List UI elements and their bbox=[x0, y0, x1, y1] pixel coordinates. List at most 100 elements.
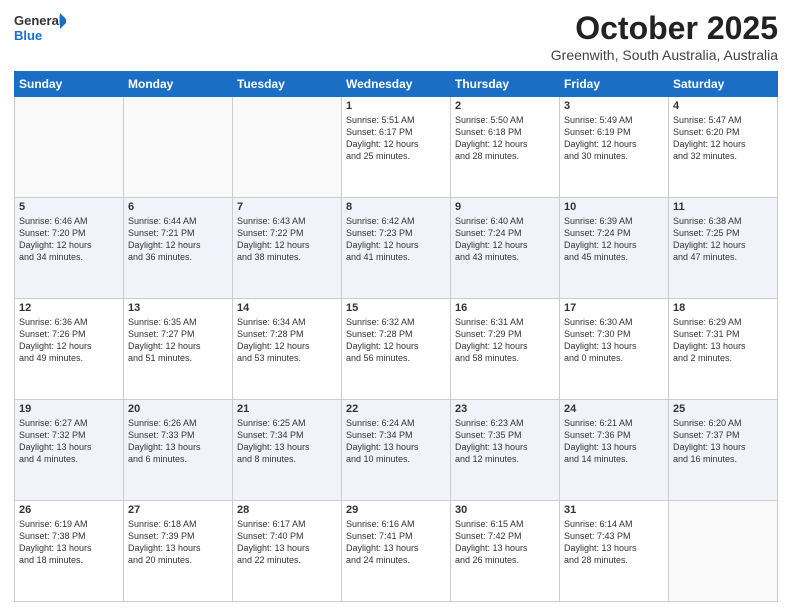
title-block: October 2025 Greenwith, South Australia,… bbox=[551, 10, 778, 63]
day-info: Sunrise: 6:36 AM Sunset: 7:26 PM Dayligh… bbox=[19, 316, 119, 365]
day-number: 30 bbox=[455, 504, 555, 516]
calendar-table: Sunday Monday Tuesday Wednesday Thursday… bbox=[14, 71, 778, 602]
day-number: 19 bbox=[19, 403, 119, 415]
table-row bbox=[15, 97, 124, 198]
day-number: 14 bbox=[237, 302, 337, 314]
table-row: 4 Sunrise: 5:47 AM Sunset: 6:20 PM Daylig… bbox=[669, 97, 778, 198]
day-info: Sunrise: 6:31 AM Sunset: 7:29 PM Dayligh… bbox=[455, 316, 555, 365]
col-sunday: Sunday bbox=[15, 72, 124, 97]
day-info: Sunrise: 6:25 AM Sunset: 7:34 PM Dayligh… bbox=[237, 417, 337, 466]
day-info: Sunrise: 5:49 AM Sunset: 6:19 PM Dayligh… bbox=[564, 114, 664, 163]
day-number: 9 bbox=[455, 201, 555, 213]
table-row bbox=[233, 97, 342, 198]
day-number: 27 bbox=[128, 504, 228, 516]
table-row: 30Sunrise: 6:15 AM Sunset: 7:42 PM Dayli… bbox=[451, 501, 560, 602]
day-number: 3 bbox=[564, 100, 664, 112]
day-info: Sunrise: 6:21 AM Sunset: 7:36 PM Dayligh… bbox=[564, 417, 664, 466]
table-row: 29 Sunrise: 6:16 AM Sunset: 7:41 PM Dayli… bbox=[342, 501, 451, 602]
calendar-body: 1 Sunrise: 5:51 AM Sunset: 6:17 PM Daylig… bbox=[15, 97, 778, 602]
table-row: 27 Sunrise: 6:18 AM Sunset: 7:39 PM Dayli… bbox=[124, 501, 233, 602]
calendar-header-row: Sunday Monday Tuesday Wednesday Thursday… bbox=[15, 72, 778, 97]
day-number: 28 bbox=[237, 504, 337, 516]
day-number: 4 bbox=[673, 100, 773, 112]
svg-text:General: General bbox=[14, 13, 62, 28]
day-info: Sunrise: 6:30 AM Sunset: 7:30 PM Dayligh… bbox=[564, 316, 664, 365]
day-info: Sunrise: 6:29 AM Sunset: 7:31 PM Dayligh… bbox=[673, 316, 773, 365]
table-row: 22Sunrise: 6:24 AM Sunset: 7:34 PM Dayli… bbox=[342, 400, 451, 501]
day-info: Sunrise: 6:39 AM Sunset: 7:24 PM Dayligh… bbox=[564, 215, 664, 264]
table-row: 26 Sunrise: 6:19 AM Sunset: 7:38 PM Dayli… bbox=[15, 501, 124, 602]
day-number: 31 bbox=[564, 504, 664, 516]
table-row: 17 Sunrise: 6:30 AM Sunset: 7:30 PM Dayli… bbox=[560, 299, 669, 400]
col-saturday: Saturday bbox=[669, 72, 778, 97]
day-info: Sunrise: 5:51 AM Sunset: 6:17 PM Dayligh… bbox=[346, 114, 446, 163]
day-info: Sunrise: 6:44 AM Sunset: 7:21 PM Dayligh… bbox=[128, 215, 228, 264]
calendar-week-row: 26 Sunrise: 6:19 AM Sunset: 7:38 PM Dayli… bbox=[15, 501, 778, 602]
day-number: 11 bbox=[673, 201, 773, 213]
calendar-week-row: 19Sunrise: 6:27 AM Sunset: 7:32 PM Dayli… bbox=[15, 400, 778, 501]
day-info: Sunrise: 6:32 AM Sunset: 7:28 PM Dayligh… bbox=[346, 316, 446, 365]
table-row: 10 Sunrise: 6:39 AM Sunset: 7:24 PM Dayli… bbox=[560, 198, 669, 299]
header: General Blue October 2025 Greenwith, Sou… bbox=[14, 10, 778, 63]
day-number: 1 bbox=[346, 100, 446, 112]
table-row: 9 Sunrise: 6:40 AM Sunset: 7:24 PM Daylig… bbox=[451, 198, 560, 299]
col-tuesday: Tuesday bbox=[233, 72, 342, 97]
day-info: Sunrise: 6:34 AM Sunset: 7:28 PM Dayligh… bbox=[237, 316, 337, 365]
table-row: 18Sunrise: 6:29 AM Sunset: 7:31 PM Dayli… bbox=[669, 299, 778, 400]
day-number: 29 bbox=[346, 504, 446, 516]
day-number: 21 bbox=[237, 403, 337, 415]
day-info: Sunrise: 6:35 AM Sunset: 7:27 PM Dayligh… bbox=[128, 316, 228, 365]
col-monday: Monday bbox=[124, 72, 233, 97]
day-info: Sunrise: 6:19 AM Sunset: 7:38 PM Dayligh… bbox=[19, 518, 119, 567]
day-number: 16 bbox=[455, 302, 555, 314]
table-row: 24Sunrise: 6:21 AM Sunset: 7:36 PM Dayli… bbox=[560, 400, 669, 501]
day-info: Sunrise: 5:50 AM Sunset: 6:18 PM Dayligh… bbox=[455, 114, 555, 163]
month-title: October 2025 bbox=[551, 10, 778, 47]
day-number: 8 bbox=[346, 201, 446, 213]
day-number: 26 bbox=[19, 504, 119, 516]
location-subtitle: Greenwith, South Australia, Australia bbox=[551, 47, 778, 63]
day-info: Sunrise: 6:18 AM Sunset: 7:39 PM Dayligh… bbox=[128, 518, 228, 567]
table-row: 2 Sunrise: 5:50 AM Sunset: 6:18 PM Daylig… bbox=[451, 97, 560, 198]
table-row: 6 Sunrise: 6:44 AM Sunset: 7:21 PM Daylig… bbox=[124, 198, 233, 299]
table-row: 1 Sunrise: 5:51 AM Sunset: 6:17 PM Daylig… bbox=[342, 97, 451, 198]
day-info: Sunrise: 6:14 AM Sunset: 7:43 PM Dayligh… bbox=[564, 518, 664, 567]
table-row bbox=[124, 97, 233, 198]
day-number: 10 bbox=[564, 201, 664, 213]
table-row: 7Sunrise: 6:43 AM Sunset: 7:22 PM Daylig… bbox=[233, 198, 342, 299]
day-info: Sunrise: 6:26 AM Sunset: 7:33 PM Dayligh… bbox=[128, 417, 228, 466]
col-wednesday: Wednesday bbox=[342, 72, 451, 97]
day-number: 17 bbox=[564, 302, 664, 314]
calendar-week-row: 12Sunrise: 6:36 AM Sunset: 7:26 PM Dayli… bbox=[15, 299, 778, 400]
table-row: 21 Sunrise: 6:25 AM Sunset: 7:34 PM Dayli… bbox=[233, 400, 342, 501]
day-info: Sunrise: 6:16 AM Sunset: 7:41 PM Dayligh… bbox=[346, 518, 446, 567]
col-friday: Friday bbox=[560, 72, 669, 97]
table-row: 23Sunrise: 6:23 AM Sunset: 7:35 PM Dayli… bbox=[451, 400, 560, 501]
day-info: Sunrise: 6:40 AM Sunset: 7:24 PM Dayligh… bbox=[455, 215, 555, 264]
page: General Blue October 2025 Greenwith, Sou… bbox=[0, 0, 792, 612]
day-info: Sunrise: 5:47 AM Sunset: 6:20 PM Dayligh… bbox=[673, 114, 773, 163]
table-row: 20 Sunrise: 6:26 AM Sunset: 7:33 PM Dayli… bbox=[124, 400, 233, 501]
day-number: 22 bbox=[346, 403, 446, 415]
day-info: Sunrise: 6:42 AM Sunset: 7:23 PM Dayligh… bbox=[346, 215, 446, 264]
table-row: 3 Sunrise: 5:49 AM Sunset: 6:19 PM Daylig… bbox=[560, 97, 669, 198]
table-row: 16 Sunrise: 6:31 AM Sunset: 7:29 PM Dayli… bbox=[451, 299, 560, 400]
svg-text:Blue: Blue bbox=[14, 28, 42, 43]
table-row: 15 Sunrise: 6:32 AM Sunset: 7:28 PM Dayli… bbox=[342, 299, 451, 400]
day-info: Sunrise: 6:46 AM Sunset: 7:20 PM Dayligh… bbox=[19, 215, 119, 264]
day-number: 15 bbox=[346, 302, 446, 314]
table-row: 13 Sunrise: 6:35 AM Sunset: 7:27 PM Dayli… bbox=[124, 299, 233, 400]
table-row: 31 Sunrise: 6:14 AM Sunset: 7:43 PM Dayli… bbox=[560, 501, 669, 602]
table-row: 25Sunrise: 6:20 AM Sunset: 7:37 PM Dayli… bbox=[669, 400, 778, 501]
day-number: 13 bbox=[128, 302, 228, 314]
day-number: 2 bbox=[455, 100, 555, 112]
day-number: 7 bbox=[237, 201, 337, 213]
day-number: 6 bbox=[128, 201, 228, 213]
logo-svg: General Blue bbox=[14, 10, 66, 46]
table-row bbox=[669, 501, 778, 602]
calendar-week-row: 5Sunrise: 6:46 AM Sunset: 7:20 PM Daylig… bbox=[15, 198, 778, 299]
calendar-week-row: 1 Sunrise: 5:51 AM Sunset: 6:17 PM Daylig… bbox=[15, 97, 778, 198]
day-number: 20 bbox=[128, 403, 228, 415]
table-row: 8 Sunrise: 6:42 AM Sunset: 7:23 PM Daylig… bbox=[342, 198, 451, 299]
day-info: Sunrise: 6:23 AM Sunset: 7:35 PM Dayligh… bbox=[455, 417, 555, 466]
